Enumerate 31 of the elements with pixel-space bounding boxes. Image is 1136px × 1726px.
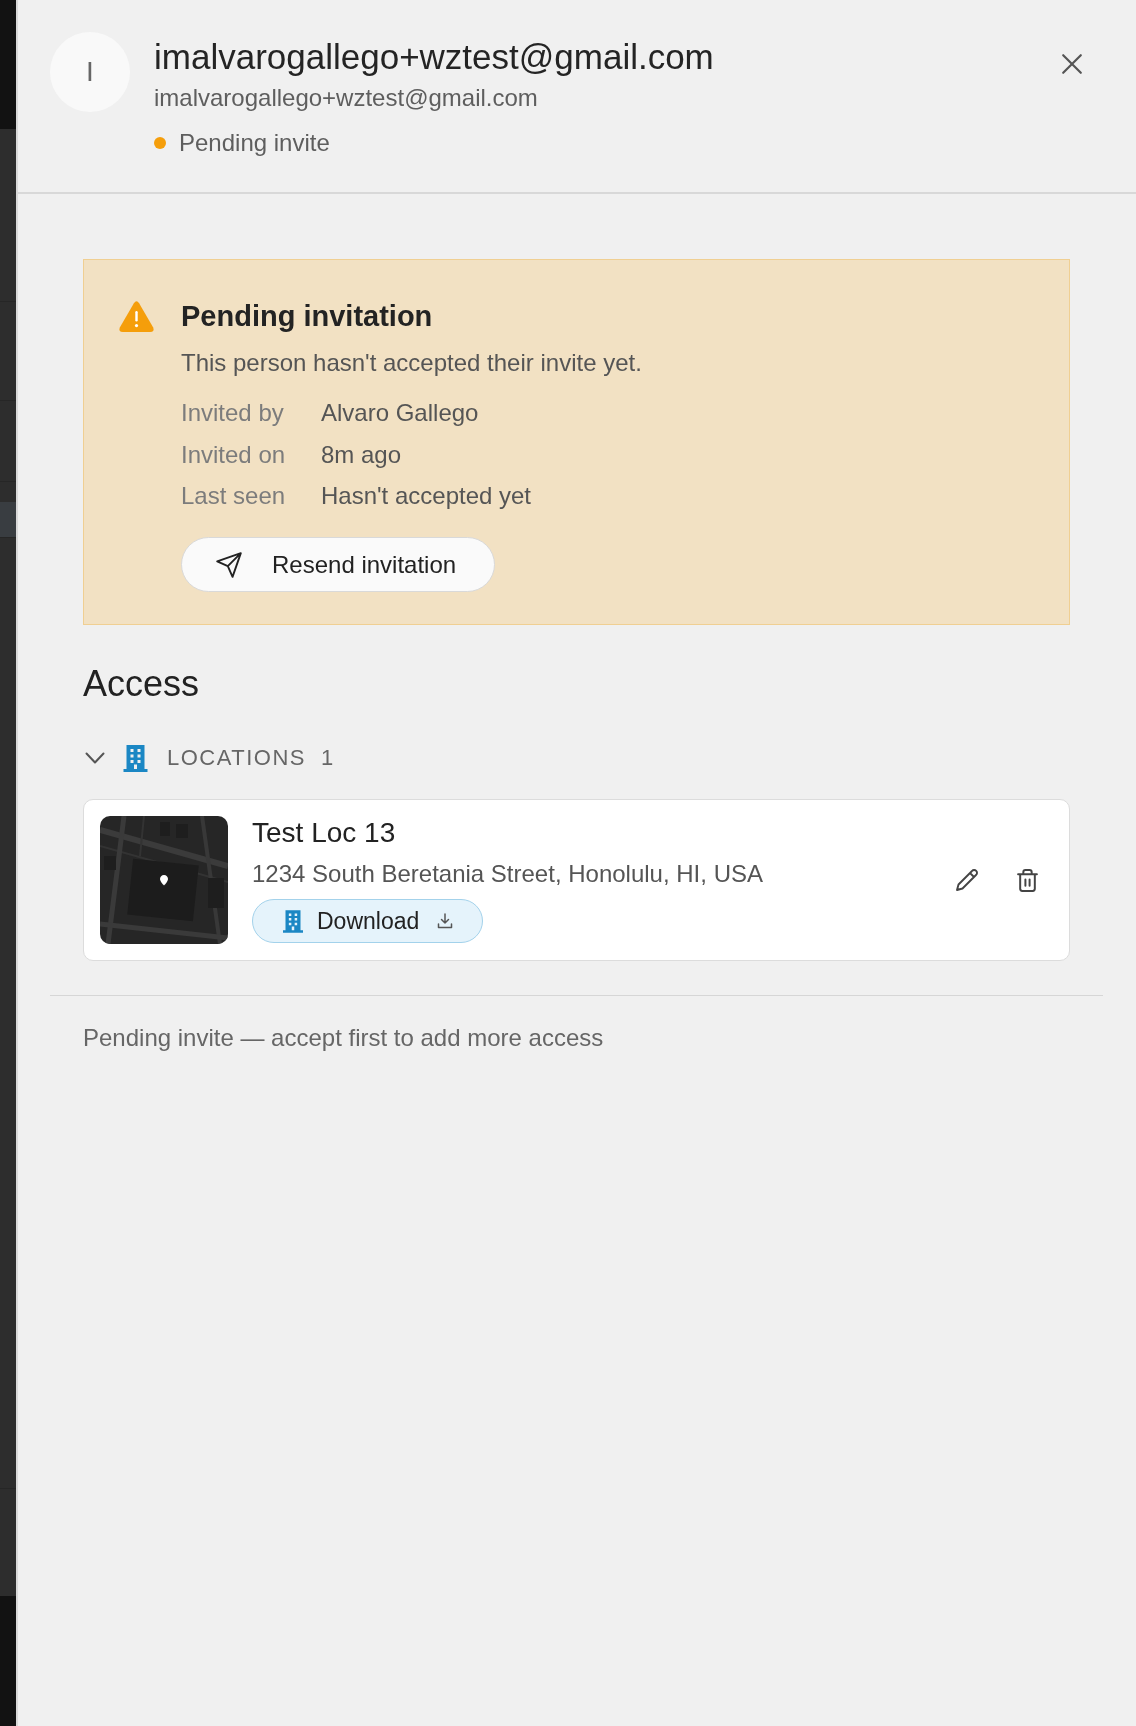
pencil-icon <box>956 869 978 891</box>
trash-icon <box>1017 868 1038 892</box>
access-note: Pending invite — accept first to add more access <box>83 1023 605 1053</box>
detail-label: Last seen <box>181 481 287 511</box>
alert-message: This person hasn't accepted their invite yet. <box>181 348 642 378</box>
member-email: imalvarogallego+wztest@gmail.com <box>154 83 538 113</box>
detail-value: Alvaro Gallego <box>321 398 480 428</box>
alert-title: Pending invitation <box>181 299 433 333</box>
detail-value: Hasn't accepted yet <box>321 481 532 511</box>
status-label: Pending invite <box>179 128 330 158</box>
detail-label: Invited by <box>181 398 285 428</box>
location-address: 1234 South Beretania Street, Honolulu, HI, USA <box>252 859 763 889</box>
paper-plane-icon <box>216 551 242 578</box>
warning-icon <box>119 301 154 332</box>
member-title: imalvarogallego+wztest@gmail.com <box>154 36 714 78</box>
close-button[interactable] <box>1062 54 1082 74</box>
detail-label: Invited on <box>181 439 287 470</box>
access-heading: Access <box>83 663 201 705</box>
detail-value: 8m ago <box>321 439 403 470</box>
building-icon <box>283 909 303 933</box>
download-icon <box>437 913 454 929</box>
download-button[interactable]: Download <box>252 899 484 943</box>
map-pin-icon <box>160 875 168 886</box>
delete-button[interactable] <box>1017 868 1038 892</box>
resend-invitation-button[interactable]: Resend invitation <box>181 537 496 592</box>
edit-button[interactable] <box>956 869 978 891</box>
location-name: Test Loc 13 <box>252 817 396 849</box>
close-icon <box>1062 54 1082 74</box>
building-icon <box>123 744 148 772</box>
avatar: I <box>50 32 130 112</box>
section-toggle[interactable]: LOCATIONS 1 <box>83 742 334 774</box>
